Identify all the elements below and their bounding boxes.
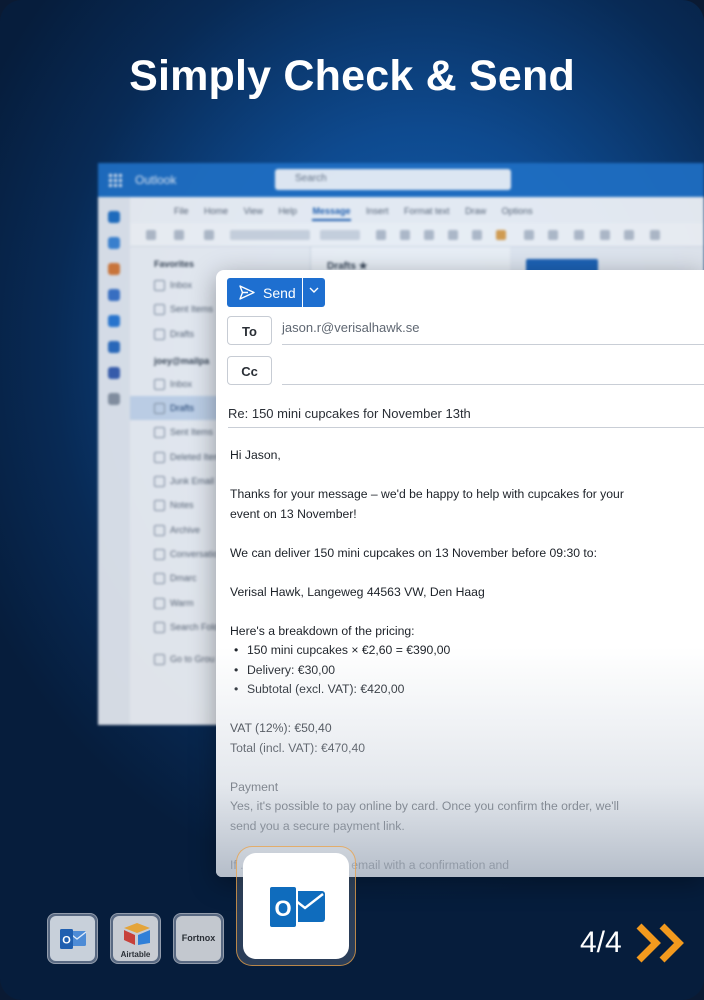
people-icon (108, 289, 120, 301)
dock-active-outlook-tile[interactable]: O (236, 846, 356, 966)
dock-fortnox-tile[interactable]: Fortnox (173, 913, 224, 964)
cc-button[interactable]: Cc (227, 356, 272, 385)
to-field[interactable]: jason.r@verisalhawk.se (282, 320, 419, 335)
todo-icon (108, 315, 120, 327)
outlook-app-name: Outlook (135, 173, 177, 187)
outlook-icon: O (60, 929, 87, 949)
menu-format-text: Format text (404, 206, 450, 216)
to-underline (282, 344, 704, 345)
app-launcher-icon (108, 173, 122, 187)
chevron-down-icon (309, 287, 319, 293)
breakdown-label: Here's a breakdown of the pricing: (230, 623, 415, 638)
subject-field[interactable]: Re: 150 mini cupcakes for November 13th (228, 406, 471, 421)
menu-file: File (174, 206, 189, 216)
menu-options: Options (501, 206, 533, 216)
next-arrows-icon[interactable] (636, 923, 690, 963)
page-indicator: 4/4 (580, 926, 622, 959)
outlook-app-rail (98, 197, 130, 725)
slide-card: Simply Check & Send Outlook Search File … (0, 0, 704, 1000)
pricing-list: 150 mini cupcakes × €2,60 = €390,00 Deli… (230, 641, 630, 700)
delivery-line: We can deliver 150 mini cupcakes on 13 N… (230, 545, 597, 560)
compose-window: Send To jason.r@verisalhawk.se Cc Re: 15… (216, 270, 704, 877)
fortnox-label: Fortnox (181, 933, 216, 943)
pricing-item: Subtotal (excl. VAT): €420,00 (234, 680, 630, 700)
menu-view: View (243, 206, 263, 216)
outlook-large-icon: O (268, 885, 325, 929)
mail-icon (108, 211, 120, 223)
outlook-menu-bar: File Home View Help Message Insert Forma… (130, 197, 704, 223)
apps-icon (108, 393, 120, 405)
menu-insert: Insert (366, 206, 389, 216)
address-line: Verisal Hawk, Langeweg 44563 VW, Den Haa… (230, 584, 485, 599)
pricing-item: 150 mini cupcakes × €2,60 = €390,00 (234, 641, 630, 661)
payment-heading: Payment (230, 779, 279, 794)
pricing-item: Delivery: €30,00 (234, 661, 630, 681)
send-button[interactable]: Send (227, 278, 302, 307)
send-icon (239, 285, 255, 300)
dock-airtable-tile[interactable]: Airtable (110, 913, 161, 964)
org-icon (108, 367, 120, 379)
payment-line-2: send you a secure payment link. (230, 818, 405, 833)
airtable-label: Airtable (120, 950, 151, 959)
payment-line-1: Yes, it's possible to pay online by card… (230, 799, 619, 813)
files-icon (108, 341, 120, 353)
send-label: Send (263, 285, 296, 301)
message-body[interactable]: Hi Jason, Thanks for your message – we'd… (230, 446, 630, 875)
menu-home: Home (204, 206, 229, 216)
cc-field[interactable] (282, 384, 704, 385)
menu-draw: Draw (465, 206, 487, 216)
copilot-icon (108, 263, 120, 275)
to-button[interactable]: To (227, 316, 272, 345)
outlook-toolbar (130, 223, 704, 247)
airtable-icon (124, 923, 150, 945)
vat-line: VAT (12%): €50,40 (230, 721, 332, 735)
svg-text:O: O (274, 896, 291, 921)
dock-outlook-tile[interactable]: O (47, 913, 98, 964)
greeting: Hi Jason, (230, 448, 281, 462)
intro-line-1: Thanks for your message – we'd be happy … (230, 487, 624, 501)
headline: Simply Check & Send (129, 52, 575, 100)
menu-help: Help (278, 206, 297, 216)
outlook-titlebar: Outlook Search (98, 163, 704, 197)
subject-underline (228, 427, 704, 428)
svg-text:O: O (62, 935, 71, 947)
menu-message: Message (312, 206, 351, 221)
calendar-icon (108, 237, 120, 249)
outlook-search-placeholder: Search (295, 173, 327, 184)
message-list-header: Drafts ★ (327, 261, 368, 272)
send-options-dropdown[interactable] (303, 278, 325, 307)
total-line: Total (incl. VAT): €470,40 (230, 740, 366, 755)
intro-line-2: event on 13 November! (230, 506, 357, 521)
outlook-search: Search (275, 169, 511, 190)
